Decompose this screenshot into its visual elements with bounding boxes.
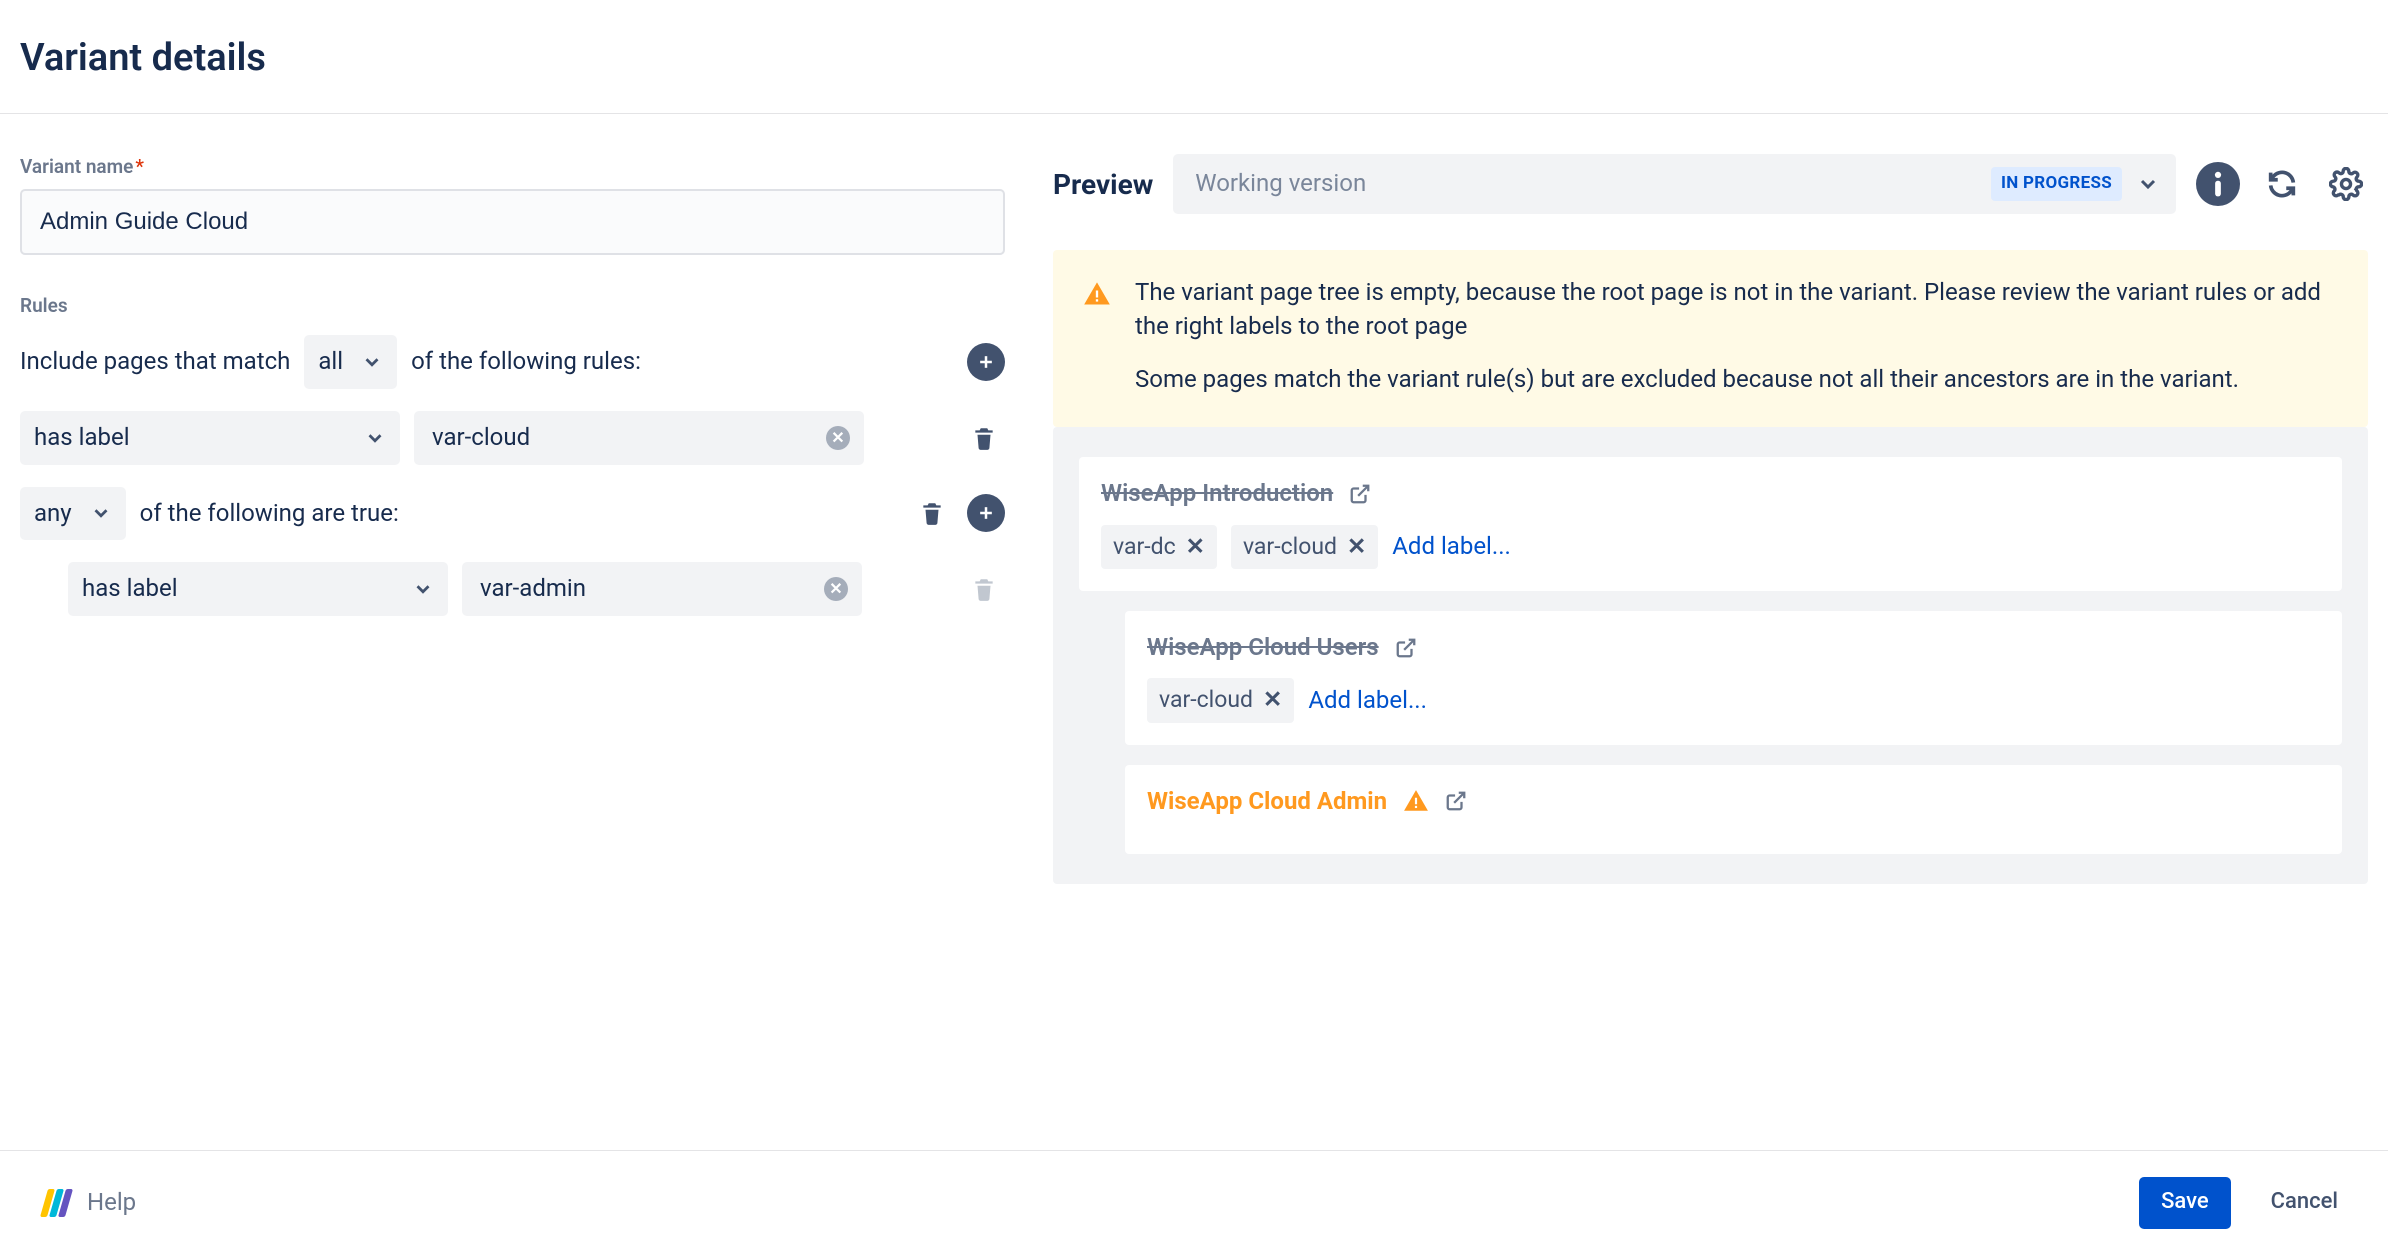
chevron-down-icon — [364, 427, 386, 449]
warning-text-1: The variant page tree is empty, because … — [1135, 276, 2338, 343]
open-page-link[interactable] — [1445, 790, 1467, 812]
warning-icon — [1083, 280, 1111, 308]
warning-icon — [1403, 788, 1429, 814]
help-logo-icon — [40, 1189, 73, 1217]
trash-icon — [971, 575, 997, 603]
external-link-icon — [1349, 483, 1371, 505]
info-button[interactable] — [2196, 162, 2240, 206]
add-label-link[interactable]: Add label... — [1308, 684, 1427, 718]
trash-icon — [919, 499, 945, 527]
save-button[interactable]: Save — [2139, 1177, 2231, 1229]
group-scope-select[interactable]: any — [20, 487, 126, 541]
add-rule-button[interactable] — [967, 343, 1005, 381]
page-tree: WiseApp Introduction var-dc✕ var-cloud✕ … — [1053, 427, 2368, 884]
delete-group-button[interactable] — [911, 492, 953, 534]
include-suffix-text: of the following rules: — [411, 345, 641, 379]
clear-icon[interactable]: ✕ — [826, 426, 850, 450]
delete-rule-button-disabled — [963, 568, 1005, 610]
remove-label-icon[interactable]: ✕ — [1186, 531, 1205, 563]
tree-card: WiseApp Introduction var-dc✕ var-cloud✕ … — [1079, 457, 2342, 591]
chevron-down-icon — [412, 578, 434, 600]
add-sub-rule-button[interactable] — [967, 494, 1005, 532]
dialog-header: Variant details — [0, 0, 2388, 114]
chevron-down-icon — [2136, 172, 2160, 196]
variant-name-input[interactable] — [20, 189, 1005, 255]
refresh-button[interactable] — [2260, 162, 2304, 206]
info-icon — [2212, 171, 2224, 197]
include-scope-select[interactable]: all — [304, 335, 397, 389]
open-page-link[interactable] — [1349, 483, 1371, 505]
warning-banner: The variant page tree is empty, because … — [1053, 250, 2368, 427]
page-title: Variant details — [20, 32, 2368, 85]
preview-panel: Preview Working version IN PROGRESS — [1053, 154, 2368, 1150]
include-prefix-text: Include pages that match — [20, 345, 290, 379]
warning-text-2: Some pages match the variant rule(s) but… — [1135, 363, 2338, 397]
remove-label-icon[interactable]: ✕ — [1263, 684, 1282, 716]
rule-row: has label var-cloud ✕ — [20, 411, 1005, 465]
chevron-down-icon — [90, 502, 112, 524]
version-name: Working version — [1195, 167, 1977, 201]
rule-type-select[interactable]: has label — [20, 411, 400, 465]
external-link-icon — [1395, 637, 1417, 659]
refresh-icon — [2265, 167, 2299, 201]
rule-value-input[interactable]: var-cloud ✕ — [414, 411, 864, 465]
required-asterisk: * — [135, 155, 144, 178]
dialog-footer: Help Save Cancel — [0, 1150, 2388, 1254]
label-tag: var-dc✕ — [1101, 525, 1217, 569]
chevron-down-icon — [361, 351, 383, 373]
status-badge: IN PROGRESS — [1991, 167, 2122, 201]
page-title-excluded: WiseApp Cloud Users — [1147, 631, 1379, 665]
rule-value-input[interactable]: var-admin ✕ — [462, 562, 862, 616]
help-link[interactable]: Help — [87, 1186, 136, 1220]
remove-label-icon[interactable]: ✕ — [1347, 531, 1366, 563]
rules-section-label: Rules — [20, 293, 1005, 320]
rule-group-row: any of the following are true: — [20, 487, 1005, 541]
page-title-warning: WiseApp Cloud Admin — [1147, 785, 1387, 819]
preview-heading: Preview — [1053, 165, 1153, 204]
add-label-link[interactable]: Add label... — [1392, 530, 1511, 564]
settings-button[interactable] — [2324, 162, 2368, 206]
tree-card: WiseApp Cloud Admin — [1125, 765, 2342, 855]
open-page-link[interactable] — [1395, 637, 1417, 659]
trash-icon — [971, 424, 997, 452]
label-tag: var-cloud✕ — [1231, 525, 1378, 569]
variant-form: Variant name* Rules Include pages that m… — [20, 154, 1005, 1150]
external-link-icon — [1445, 790, 1467, 812]
tree-card: WiseApp Cloud Users var-cloud✕ Add label… — [1125, 611, 2342, 745]
group-suffix-text: of the following are true: — [140, 497, 399, 531]
variant-name-label: Variant name* — [20, 154, 1005, 181]
rule-type-select[interactable]: has label — [68, 562, 448, 616]
page-title-excluded: WiseApp Introduction — [1101, 477, 1333, 511]
clear-icon[interactable]: ✕ — [824, 577, 848, 601]
include-rule-row: Include pages that match all of the foll… — [20, 335, 1005, 389]
gear-icon — [2329, 167, 2363, 201]
delete-rule-button[interactable] — [963, 417, 1005, 459]
cancel-button[interactable]: Cancel — [2249, 1177, 2360, 1229]
version-select[interactable]: Working version IN PROGRESS — [1173, 154, 2176, 214]
label-tag: var-cloud✕ — [1147, 678, 1294, 722]
rule-row: has label var-admin ✕ — [20, 562, 1005, 616]
